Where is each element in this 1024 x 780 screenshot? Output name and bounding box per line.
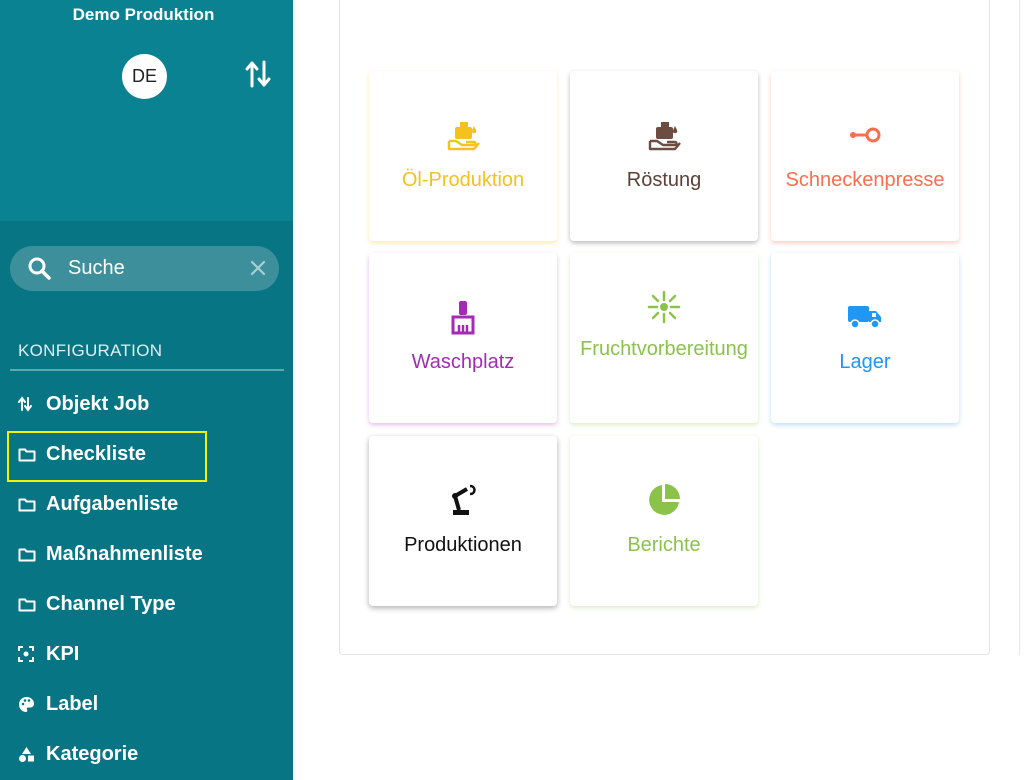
tile-label: Schneckenpresse	[785, 169, 945, 191]
highlight-box	[7, 431, 207, 482]
sort-arrows-icon	[10, 394, 36, 414]
sidebar: Demo Produktion DE KONFIGURATION Objekt …	[0, 0, 293, 780]
tile-berichte[interactable]: Berichte	[570, 436, 758, 606]
sidebar-item-label: Kategorie	[46, 742, 139, 765]
tile-label: Fruchtvorbereitung	[580, 338, 748, 360]
truck-icon	[845, 299, 885, 335]
switch-arrows-icon[interactable]	[244, 58, 272, 90]
sidebar-header: Demo Produktion DE	[0, 0, 293, 221]
avatar[interactable]: DE	[122, 54, 167, 99]
tile-oel-produktion[interactable]: Öl-Produktion	[369, 71, 557, 241]
right-panel-edge	[1019, 0, 1024, 655]
tile-fruchtvorbereitung[interactable]: Fruchtvorbereitung	[570, 253, 758, 423]
search-input[interactable]	[68, 252, 228, 284]
tile-label: Berichte	[627, 534, 701, 556]
sidebar-item-kategorie[interactable]: Kategorie	[10, 734, 284, 774]
brush-icon	[443, 299, 483, 335]
tile-schneckenpresse[interactable]: Schneckenpresse	[771, 71, 959, 241]
spark-icon	[644, 289, 684, 325]
sidebar-item-kpi[interactable]: KPI	[10, 634, 284, 674]
sidebar-item-label: Channel Type	[46, 592, 176, 615]
shapes-icon	[10, 744, 36, 764]
folder-icon	[10, 594, 36, 614]
section-divider	[10, 369, 284, 371]
sidebar-item-label[interactable]: Label	[10, 684, 284, 724]
search-box	[10, 246, 279, 291]
tile-label: Öl-Produktion	[401, 169, 525, 191]
robot-arm-icon	[443, 482, 483, 518]
oil-hand-icon	[644, 117, 684, 153]
tile-waschplatz[interactable]: Waschplatz	[369, 253, 557, 423]
main-panel: Öl-Produktion Röstung Schneckenpresse Wa…	[339, 0, 990, 655]
sidebar-item-label: KPI	[46, 642, 80, 665]
folder-icon	[10, 494, 36, 514]
section-title: KONFIGURATION	[18, 341, 163, 360]
tile-label: Lager	[839, 351, 891, 373]
scan-icon	[10, 644, 36, 664]
sidebar-item-label: Aufgabenliste	[46, 492, 179, 515]
sidebar-item-objekt-job[interactable]: Objekt Job	[10, 384, 284, 424]
search-icon	[28, 257, 51, 280]
sidebar-item-channel-type[interactable]: Channel Type	[10, 584, 284, 624]
sidebar-item-massnahmenliste[interactable]: Maßnahmenliste	[10, 534, 284, 574]
close-icon[interactable]	[248, 258, 268, 278]
sidebar-item-label-text: Label	[46, 692, 99, 715]
tile-roestung[interactable]: Röstung	[570, 71, 758, 241]
sidebar-item-label: Maßnahmenliste	[46, 542, 203, 565]
oil-hand-icon	[443, 117, 483, 153]
tile-produktionen[interactable]: Produktionen	[369, 436, 557, 606]
sidebar-item-label: Objekt Job	[46, 392, 150, 415]
palette-icon	[10, 694, 36, 714]
pie-chart-icon	[644, 482, 684, 518]
folder-icon	[10, 544, 36, 564]
key-icon	[845, 117, 885, 153]
tile-label: Produktionen	[404, 534, 522, 556]
tile-lager[interactable]: Lager	[771, 253, 959, 423]
sidebar-item-aufgabenliste[interactable]: Aufgabenliste	[10, 484, 284, 524]
tile-label: Waschplatz	[411, 351, 515, 373]
tile-label: Röstung	[626, 169, 702, 191]
org-name: Demo Produktion	[72, 5, 215, 24]
